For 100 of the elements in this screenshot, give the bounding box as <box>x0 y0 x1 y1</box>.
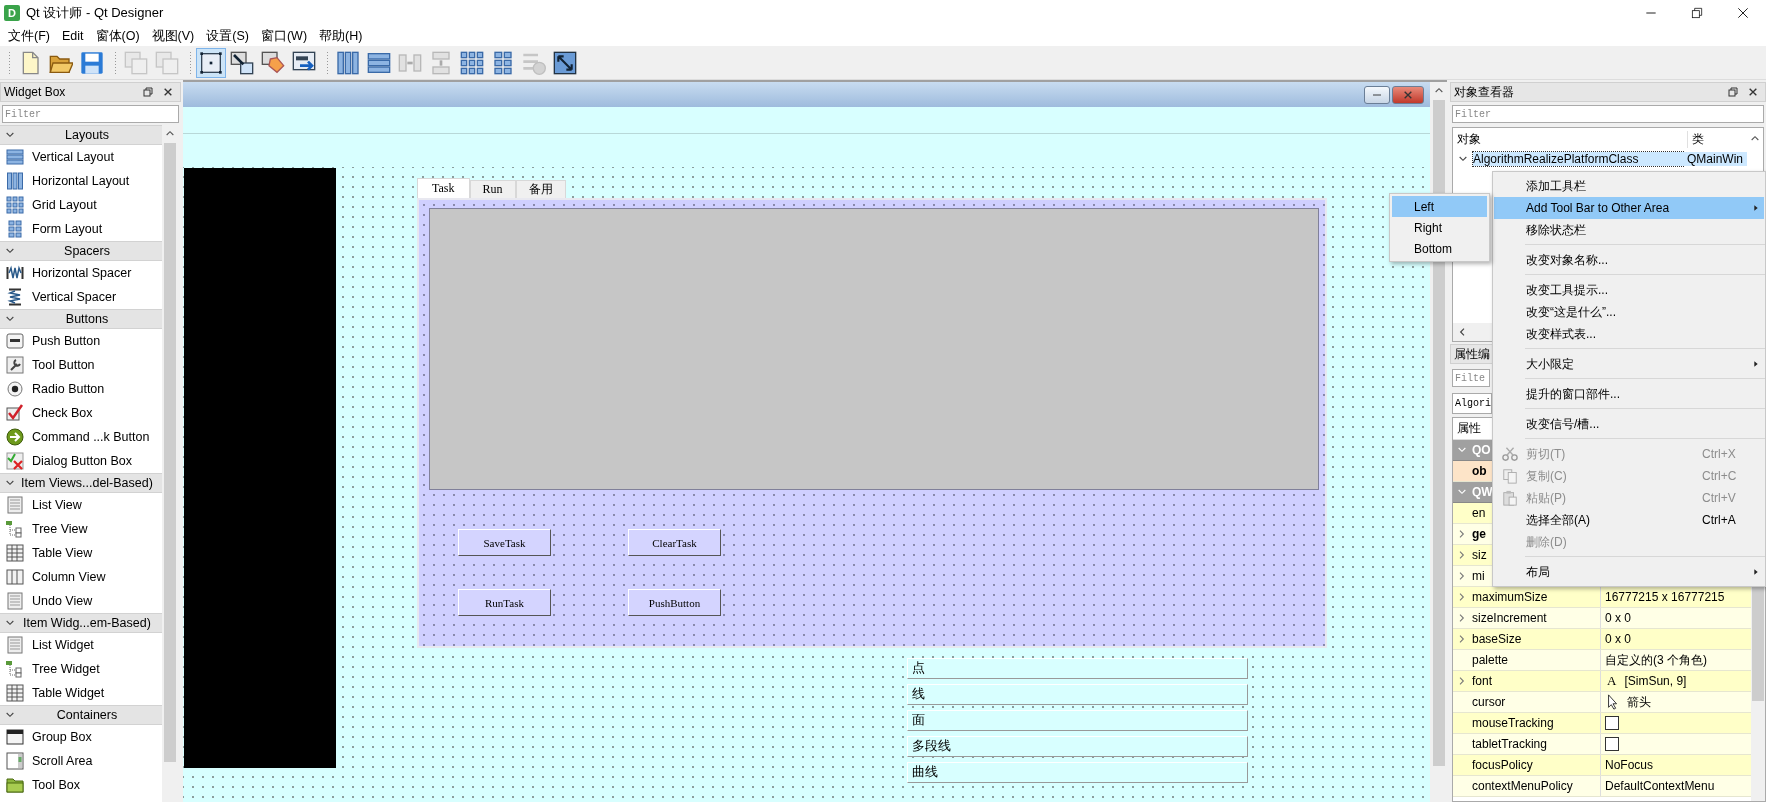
column-header[interactable]: 属性 <box>1453 420 1481 437</box>
menu-item[interactable]: Right <box>1392 217 1487 238</box>
menu-item[interactable]: 添加工具栏 <box>1494 175 1764 197</box>
widget-item[interactable]: Vertical Layout <box>32 150 114 164</box>
widget-item[interactable]: Form Layout <box>32 222 103 236</box>
grid-icon <box>460 50 484 75</box>
column-header[interactable]: 对象 <box>1453 130 1687 148</box>
property-value[interactable]: DefaultContextMenu <box>1605 779 1715 793</box>
tab[interactable]: Task <box>417 178 470 198</box>
widget-item[interactable]: Undo View <box>32 594 93 608</box>
close-icon[interactable] <box>1747 86 1759 98</box>
menu-item[interactable]: 改变“这是什么”... <box>1494 301 1764 323</box>
widget-item[interactable]: Group Box <box>32 730 92 744</box>
window-title: Qt 设计师 - Qt Designer <box>26 4 164 22</box>
menu-item[interactable]: 视图(V) <box>145 27 201 45</box>
toolbar-handle[interactable] <box>189 50 192 75</box>
menu-item[interactable]: 窗体(O) <box>89 27 146 45</box>
property-value[interactable]: [SimSun, 9] <box>1624 674 1687 688</box>
widget-item[interactable]: Table Widget <box>32 686 105 700</box>
category-header[interactable]: Containers <box>0 705 162 725</box>
menu-item[interactable]: 改变样式表... <box>1494 323 1764 345</box>
widget-item[interactable]: Column View <box>32 570 106 584</box>
scroll-thumb[interactable] <box>164 143 176 762</box>
close-button[interactable] <box>1392 85 1424 104</box>
widget-item[interactable]: Table View <box>32 546 93 560</box>
line-edit[interactable]: 点 <box>907 658 1248 679</box>
menu-item[interactable]: Left <box>1392 196 1487 217</box>
widget-item[interactable]: Vertical Spacer <box>32 290 117 304</box>
category-header[interactable]: Spacers <box>0 241 162 261</box>
menu-item[interactable]: 帮助(H) <box>313 27 369 45</box>
property-value[interactable]: NoFocus <box>1605 758 1654 772</box>
scissors-icon <box>1502 446 1518 462</box>
widget-item[interactable]: List Widget <box>32 638 94 652</box>
push-button[interactable]: RunTask <box>458 589 551 616</box>
category-header[interactable]: Item Widg...em-Based) <box>0 613 162 633</box>
float-icon[interactable] <box>1727 86 1739 98</box>
menu-item[interactable]: Bottom <box>1392 238 1487 259</box>
widget-item[interactable]: Tree View <box>32 522 88 536</box>
rows-icon <box>367 50 391 75</box>
checkbox[interactable] <box>1605 716 1619 730</box>
widget-item[interactable]: Radio Button <box>32 382 105 396</box>
widget-item[interactable]: Tree Widget <box>32 662 100 676</box>
push-button[interactable]: ClearTask <box>628 529 721 556</box>
line-edit[interactable]: 线 <box>907 684 1248 705</box>
widget-item[interactable]: Horizontal Layout <box>32 174 130 188</box>
filter-field[interactable]: Filte <box>1452 369 1490 387</box>
filter-field[interactable]: Filter <box>1452 105 1764 123</box>
toolbar-handle[interactable] <box>326 50 329 75</box>
menu-item[interactable]: 移除状态栏 <box>1494 219 1764 241</box>
radio-icon <box>6 380 24 398</box>
widget-item[interactable]: Scroll Area <box>32 754 93 768</box>
menu-item[interactable]: 窗口(W) <box>254 27 314 45</box>
menu-item[interactable]: 改变工具提示... <box>1494 279 1764 301</box>
checkbox[interactable] <box>1605 737 1619 751</box>
widget-item[interactable]: Horizontal Spacer <box>32 266 132 280</box>
menu-item[interactable]: 提升的窗口部件... <box>1494 383 1764 405</box>
widget-select-button[interactable] <box>196 47 226 78</box>
menu-item[interactable]: Edit <box>55 29 90 43</box>
widget-item[interactable]: Push Button <box>32 334 101 348</box>
minimize-button[interactable] <box>1364 85 1390 104</box>
category-header[interactable]: Layouts <box>0 125 162 145</box>
widget-item[interactable]: Tool Box <box>32 778 80 792</box>
property-value[interactable]: 16777215 x 16777215 <box>1605 590 1725 604</box>
column-header[interactable]: 类 <box>1687 130 1704 148</box>
app-icon: D <box>4 5 20 21</box>
property-value[interactable]: 0 x 0 <box>1605 632 1631 646</box>
close-icon[interactable] <box>162 86 174 98</box>
line-edit[interactable]: 曲线 <box>907 762 1248 783</box>
menu-item[interactable]: 大小限定 <box>1494 353 1764 375</box>
menu-item[interactable]: 改变对象名称... <box>1494 249 1764 271</box>
toolbar-handle[interactable] <box>114 50 117 75</box>
tab[interactable]: 备用 <box>515 180 566 198</box>
tree-item[interactable]: AlgorithmRealizePlatformClass <box>1473 152 1683 166</box>
category-header[interactable]: Item Views...del-Based) <box>0 473 162 493</box>
category-header[interactable]: Buttons <box>0 309 162 329</box>
panel-title: 对象查看器 <box>1454 83 1514 101</box>
checkmark-icon <box>6 404 24 422</box>
widget-item[interactable]: Check Box <box>32 406 93 420</box>
property-value[interactable]: 箭头 <box>1627 693 1651 711</box>
push-button[interactable]: PushButton <box>628 589 721 616</box>
menu-item[interactable]: Add Tool Bar to Other Area <box>1494 197 1764 219</box>
filter-field[interactable]: Filter <box>2 105 179 123</box>
float-icon[interactable] <box>142 86 154 98</box>
menu-item[interactable]: 文件(F) <box>2 27 56 45</box>
panel-title: Widget Box <box>4 85 66 99</box>
widget-item[interactable]: Tool Button <box>32 358 95 372</box>
widget-item[interactable]: List View <box>32 498 82 512</box>
widget-item[interactable]: Grid Layout <box>32 198 97 212</box>
property-value[interactable]: 自定义的(3 个角色) <box>1605 651 1707 669</box>
push-button[interactable]: SaveTask <box>458 529 551 556</box>
line-edit[interactable]: 面 <box>907 710 1248 731</box>
toolbar-handle[interactable] <box>8 50 11 75</box>
line-edit[interactable]: 多段线 <box>907 736 1248 757</box>
widget-item[interactable]: Dialog Button Box <box>32 454 133 468</box>
menu-item[interactable]: 设置(S) <box>200 27 255 45</box>
menu-item[interactable]: 改变信号/槽... <box>1494 413 1764 435</box>
widget-item[interactable]: Command ...k Button <box>32 430 150 444</box>
tab[interactable]: Run <box>469 180 516 198</box>
category-title: Layouts <box>64 128 110 142</box>
property-value[interactable]: 0 x 0 <box>1605 611 1631 625</box>
